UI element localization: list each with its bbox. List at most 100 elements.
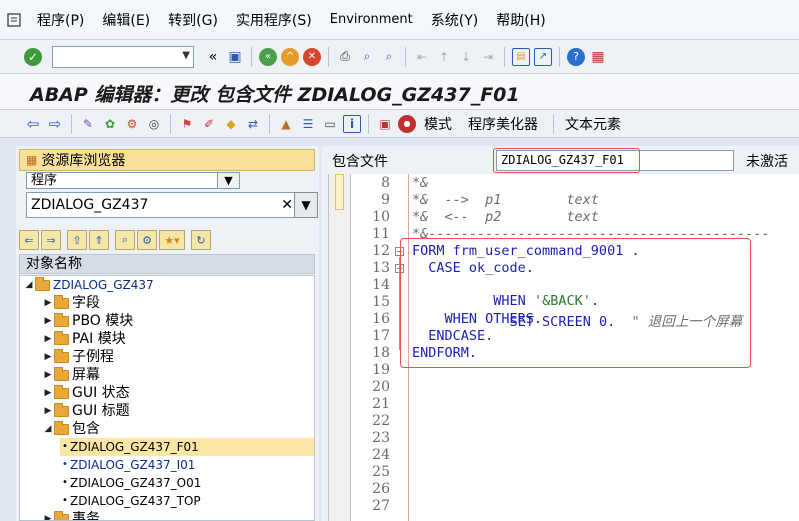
text-elements-button[interactable]: 文本元素: [565, 114, 621, 134]
back-icon[interactable]: «: [259, 47, 277, 66]
command-field[interactable]: ▼: [52, 45, 194, 68]
last-page-icon[interactable]: ⇥: [479, 48, 497, 66]
tree-node-label: PAI 模块: [72, 331, 126, 347]
tree-node[interactable]: ◢ 包含: [42, 420, 100, 438]
line-numbers: 8 9 10 11 12 13 14 15 16 17 18 19 20 21 …: [352, 174, 392, 521]
breakpoint-icon[interactable]: ◆: [222, 115, 240, 133]
pattern-button[interactable]: 模式: [424, 114, 452, 134]
hierarchy-icon[interactable]: ⚙: [137, 230, 157, 250]
first-page-icon[interactable]: ⇤: [413, 48, 431, 66]
tree-leaf[interactable]: • ZDIALOG_GZ437_O01: [60, 474, 201, 492]
status-text: 未激活: [746, 154, 788, 170]
tree-leaf[interactable]: • ZDIALOG_GZ437_I01: [60, 456, 195, 474]
browser-header[interactable]: ▦ 资源库浏览器: [19, 149, 315, 171]
menu-utilities[interactable]: 实用程序(S): [236, 10, 312, 30]
cancel-icon[interactable]: ✕: [303, 47, 321, 66]
object-type-select[interactable]: 程序 ▼: [26, 172, 240, 189]
forward-arrow-icon[interactable]: ⇨: [46, 115, 64, 133]
collapse-triangle-icon[interactable]: ◢: [42, 420, 54, 438]
chevron-down-icon[interactable]: ▼: [217, 172, 240, 189]
menu-help[interactable]: 帮助(H): [496, 10, 545, 30]
tree-node-label: GUI 状态: [72, 385, 130, 401]
expand-triangle-icon[interactable]: ▶: [42, 294, 54, 312]
favorites-icon[interactable]: ★▾: [159, 230, 185, 250]
new-session-icon[interactable]: ▤: [512, 47, 530, 66]
enter-icon[interactable]: ✓: [24, 47, 42, 66]
window-icon[interactable]: ▭: [321, 115, 339, 133]
tree-node[interactable]: ▶ 事务: [42, 510, 100, 520]
stop-icon[interactable]: ●: [398, 114, 416, 133]
bullet-icon: •: [62, 441, 68, 452]
line-number: 17: [372, 328, 390, 344]
tree-node[interactable]: ▶ PAI 模块: [42, 330, 126, 348]
back-arrow-icon[interactable]: ⇦: [24, 115, 42, 133]
expand-triangle-icon[interactable]: ▶: [42, 366, 54, 384]
tree-leaf[interactable]: • ZDIALOG_GZ437_TOP: [60, 492, 201, 510]
pattern-icon[interactable]: ✐: [200, 115, 218, 133]
collapse-all-icon[interactable]: ⇑: [89, 230, 109, 250]
activate-icon[interactable]: ✿: [101, 115, 119, 133]
next-object-icon[interactable]: ⇒: [41, 230, 61, 250]
expand-triangle-icon[interactable]: ▶: [42, 402, 54, 420]
expand-triangle-icon[interactable]: ▶: [42, 330, 54, 348]
tree-leaf-label: ZDIALOG_GZ437_TOP: [70, 494, 201, 508]
page-title: ABAP 编辑器：更改 包含文件 ZDIALOG_GZ437_F01: [30, 84, 520, 106]
display-object-list-icon[interactable]: ☰: [299, 115, 317, 133]
menu-program[interactable]: 程序(P): [37, 10, 84, 30]
line-number: 11: [372, 226, 390, 242]
tree-node[interactable]: ▶ GUI 标题: [42, 402, 130, 420]
exit-icon[interactable]: ^: [281, 47, 299, 66]
menu-system[interactable]: 系统(Y): [431, 10, 478, 30]
tree-node[interactable]: ▶ 子例程: [42, 348, 114, 366]
tree-node[interactable]: ▶ PBO 模块: [42, 312, 133, 330]
collapse-icon[interactable]: «: [204, 48, 222, 66]
clear-icon[interactable]: ✕: [281, 193, 293, 217]
help-icon[interactable]: ?: [567, 47, 585, 66]
separator: [553, 113, 554, 134]
up-level-icon[interactable]: ⇧: [67, 230, 87, 250]
menu-environment[interactable]: Environment: [330, 12, 413, 27]
layout-icon[interactable]: ▦: [589, 48, 607, 66]
expand-triangle-icon[interactable]: ▶: [42, 312, 54, 330]
prev-page-icon[interactable]: ↑: [435, 48, 453, 66]
monitor-icon[interactable]: ▣: [376, 115, 394, 133]
chevron-down-icon[interactable]: ▼: [182, 50, 190, 61]
tree-leaf-selected[interactable]: • ZDIALOG_GZ437_F01: [60, 438, 314, 456]
print-icon[interactable]: ⎙: [336, 48, 354, 66]
previous-object-icon[interactable]: ⇐: [19, 230, 39, 250]
find-icon[interactable]: ⌕: [358, 48, 376, 66]
display-change-icon[interactable]: ✎: [79, 115, 97, 133]
save-icon[interactable]: ▣: [226, 48, 244, 66]
line-number: 21: [372, 396, 390, 412]
object-name-input[interactable]: ZDIALOG_GZ437 ✕: [26, 192, 304, 218]
find-next-icon[interactable]: ⌕: [380, 48, 398, 66]
info-icon[interactable]: i: [343, 114, 361, 133]
code-editor[interactable]: 8 9 10 11 12 13 14 15 16 17 18 19 20 21 …: [328, 174, 799, 521]
check-icon[interactable]: ⚙: [123, 115, 141, 133]
test-icon[interactable]: ◎: [145, 115, 163, 133]
system-menu-icon[interactable]: [0, 0, 28, 40]
hierarchy-icon[interactable]: ▲: [277, 115, 295, 133]
tree-node[interactable]: ▶ 字段: [42, 294, 100, 312]
display-button[interactable]: ▼: [294, 192, 318, 218]
expand-triangle-icon[interactable]: ▶: [42, 510, 54, 520]
split-icon[interactable]: ⇄: [244, 115, 262, 133]
shortcut-icon[interactable]: ↗: [534, 47, 552, 66]
tree-node[interactable]: ▶ GUI 状态: [42, 384, 130, 402]
refresh-icon[interactable]: ↻: [191, 230, 211, 250]
where-used-icon[interactable]: ⚑: [178, 115, 196, 133]
folder-open-icon: [35, 276, 50, 291]
tree-node[interactable]: ▶ 屏幕: [42, 366, 100, 384]
menu-goto[interactable]: 转到(G): [168, 10, 218, 30]
menu-edit[interactable]: 编辑(E): [102, 10, 150, 30]
pretty-printer-button[interactable]: 程序美化器: [468, 114, 538, 134]
separator: [368, 113, 369, 134]
bullet-icon: •: [62, 495, 68, 506]
collapse-triangle-icon[interactable]: ◢: [23, 276, 35, 294]
expand-triangle-icon[interactable]: ▶: [42, 384, 54, 402]
tree-root[interactable]: ◢ ZDIALOG_GZ437: [23, 276, 154, 294]
line-number: 18: [372, 345, 390, 361]
next-page-icon[interactable]: ↓: [457, 48, 475, 66]
expand-triangle-icon[interactable]: ▶: [42, 348, 54, 366]
find-icon[interactable]: ⌕: [115, 230, 135, 250]
